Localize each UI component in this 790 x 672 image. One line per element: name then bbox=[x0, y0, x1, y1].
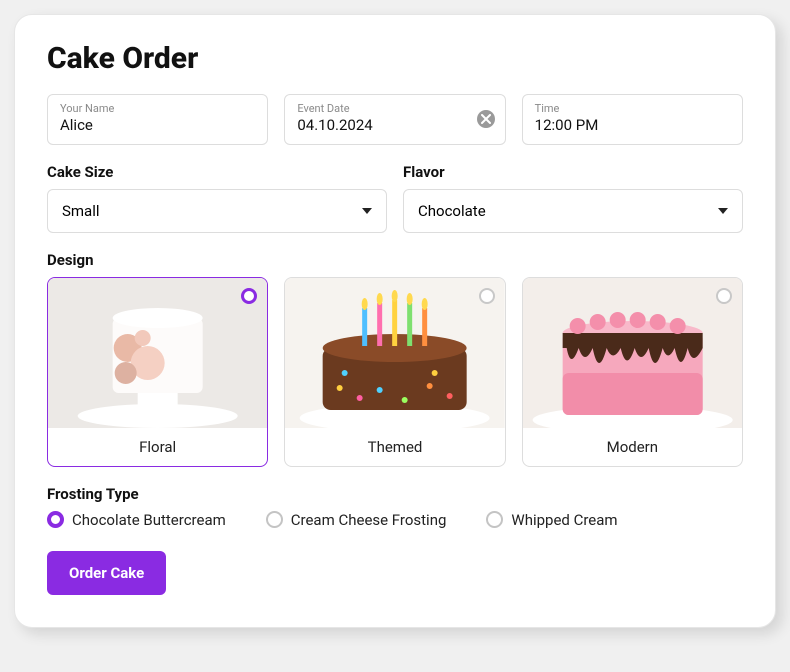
top-fields-row: Your Name Alice Event Date 04.10.2024 Ti… bbox=[47, 94, 743, 145]
design-option-label: Floral bbox=[48, 428, 267, 466]
design-option-modern[interactable]: Modern bbox=[522, 277, 743, 467]
close-icon bbox=[481, 114, 491, 124]
radio-icon bbox=[47, 511, 64, 528]
design-image-floral bbox=[48, 278, 267, 428]
name-field-label: Your Name bbox=[60, 103, 255, 115]
cake-size-select[interactable]: Small bbox=[47, 189, 387, 233]
frosting-option-label: Whipped Cream bbox=[511, 511, 617, 529]
design-option-label: Modern bbox=[523, 428, 742, 466]
select-row: Cake Size Small Flavor Chocolate bbox=[47, 145, 743, 233]
radio-icon bbox=[486, 511, 503, 528]
radio-icon bbox=[266, 511, 283, 528]
design-option-themed[interactable]: Themed bbox=[284, 277, 505, 467]
time-field[interactable]: Time 12:00 PM bbox=[522, 94, 743, 145]
flavor-label: Flavor bbox=[403, 163, 743, 181]
cake-size-value: Small bbox=[62, 202, 100, 220]
order-form-card: Cake Order Your Name Alice Event Date 04… bbox=[14, 14, 776, 628]
time-field-value: 12:00 PM bbox=[535, 116, 730, 136]
date-field-value: 04.10.2024 bbox=[297, 116, 492, 136]
frosting-option-label: Cream Cheese Frosting bbox=[291, 511, 447, 529]
design-image-modern bbox=[523, 278, 742, 428]
design-option-label: Themed bbox=[285, 428, 504, 466]
frosting-option-whipped-cream[interactable]: Whipped Cream bbox=[486, 511, 617, 529]
design-label: Design bbox=[47, 251, 743, 269]
cake-size-block: Cake Size Small bbox=[47, 145, 387, 233]
time-field-label: Time bbox=[535, 103, 730, 115]
design-radio-themed bbox=[479, 288, 495, 304]
clear-date-button[interactable] bbox=[477, 110, 495, 128]
name-field[interactable]: Your Name Alice bbox=[47, 94, 268, 145]
design-image-themed bbox=[285, 278, 504, 428]
design-radio-modern bbox=[716, 288, 732, 304]
chevron-down-icon bbox=[718, 208, 728, 214]
flavor-select[interactable]: Chocolate bbox=[403, 189, 743, 233]
name-field-value: Alice bbox=[60, 116, 255, 136]
flavor-block: Flavor Chocolate bbox=[403, 145, 743, 233]
date-field-label: Event Date bbox=[297, 103, 492, 115]
cake-size-label: Cake Size bbox=[47, 163, 387, 181]
frosting-option-cream-cheese[interactable]: Cream Cheese Frosting bbox=[266, 511, 447, 529]
design-radio-floral bbox=[241, 288, 257, 304]
page-title: Cake Order bbox=[47, 41, 743, 76]
design-options: Floral bbox=[47, 277, 743, 467]
frosting-label: Frosting Type bbox=[47, 485, 743, 503]
date-field[interactable]: Event Date 04.10.2024 bbox=[284, 94, 505, 145]
order-cake-button[interactable]: Order Cake bbox=[47, 551, 166, 595]
design-option-floral[interactable]: Floral bbox=[47, 277, 268, 467]
chevron-down-icon bbox=[362, 208, 372, 214]
frosting-options: Chocolate Buttercream Cream Cheese Frost… bbox=[47, 511, 743, 529]
frosting-option-label: Chocolate Buttercream bbox=[72, 511, 226, 529]
flavor-value: Chocolate bbox=[418, 202, 486, 220]
frosting-option-chocolate-buttercream[interactable]: Chocolate Buttercream bbox=[47, 511, 226, 529]
